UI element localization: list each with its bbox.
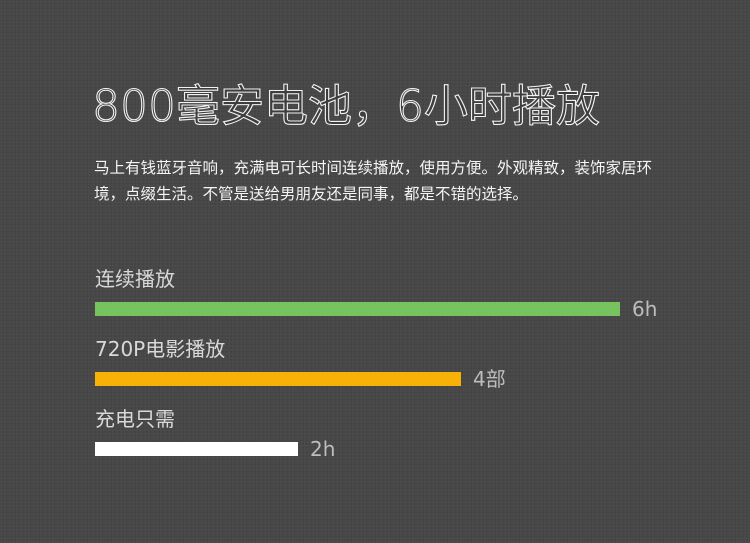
metric-label: 连续播放	[95, 267, 175, 291]
metric-charging-time: 充电只需 2h	[95, 405, 695, 475]
metric-bar-fill	[95, 372, 461, 386]
metric-continuous-playback: 连续播放 6h	[95, 265, 695, 335]
metric-bar	[95, 302, 620, 316]
metric-value: 6h	[632, 297, 658, 321]
metric-bar	[95, 442, 620, 456]
product-description: 马上有钱蓝牙音响，充满电可长时间连续播放，使用方便。外观精致，装饰家居环境，点缀…	[94, 159, 653, 203]
metric-label: 充电只需	[95, 407, 175, 431]
metric-bar	[95, 372, 620, 386]
metric-value: 4部	[473, 367, 506, 391]
metric-bar-fill	[95, 442, 298, 456]
metric-value: 2h	[310, 437, 336, 461]
metric-bar-fill	[95, 302, 620, 316]
metrics-list: 连续播放 6h 720P电影播放 4部 充电只需 2h	[95, 265, 695, 475]
metric-720p-movie-playback: 720P电影播放 4部	[95, 335, 695, 405]
metric-label: 720P电影播放	[95, 337, 226, 361]
headline: 800毫安电池，6小时播放	[91, 80, 600, 132]
